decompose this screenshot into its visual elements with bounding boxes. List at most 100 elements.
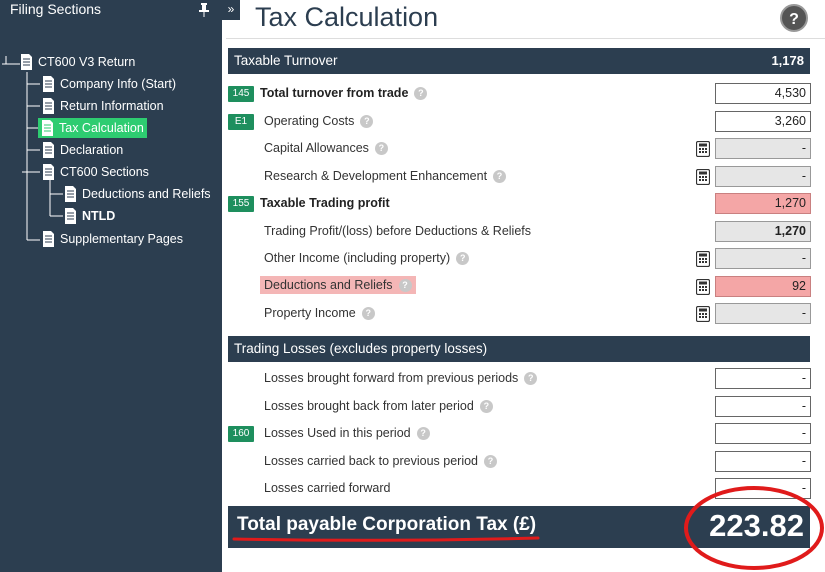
row-label: Trading Profit/(loss) before Deductions … xyxy=(264,224,531,238)
form-row: Trading Profit/(loss) before Deductions … xyxy=(228,220,811,247)
row-label: Losses carried forward xyxy=(264,481,390,495)
tree-node-label: Supplementary Pages xyxy=(60,232,183,246)
row-label-text: Research & Development Enhancement xyxy=(264,169,488,183)
row-label: Other Income (including property)? xyxy=(264,251,470,265)
document-icon xyxy=(43,98,54,114)
document-icon xyxy=(21,54,32,70)
app-window: Filing Sections CT600 V3 Return Company … xyxy=(0,0,825,572)
row-label: Losses Used in this period? xyxy=(264,426,430,440)
value-field[interactable]: - xyxy=(715,423,811,444)
tree-node-label: CT600 V3 Return xyxy=(38,55,136,69)
tree-node-label: Deductions and Reliefs xyxy=(82,187,211,201)
help-question-icon[interactable]: ? xyxy=(456,251,470,265)
form-row: Deductions and Reliefs? 92 xyxy=(228,275,811,302)
calculator-icon[interactable] xyxy=(695,305,711,323)
help-icon[interactable]: ? xyxy=(780,4,808,32)
row-label-text: Other Income (including property) xyxy=(264,251,451,265)
box-code-badge: E1 xyxy=(228,114,254,130)
row-label-text: Losses carried back to previous period xyxy=(264,454,479,468)
tree-node-supplementary-pages[interactable]: Supplementary Pages xyxy=(42,229,183,249)
help-question-icon[interactable]: ? xyxy=(414,86,428,100)
section-header-value: 1,178 xyxy=(771,53,804,68)
help-question-icon[interactable]: ? xyxy=(524,371,538,385)
row-label: Total turnover from trade? xyxy=(260,86,428,100)
help-question-icon[interactable]: ? xyxy=(360,114,374,128)
row-label: Losses brought back from later period? xyxy=(264,399,493,413)
box-code-badge: 160 xyxy=(228,426,254,442)
help-question-icon[interactable]: ? xyxy=(398,278,412,292)
help-question-icon[interactable]: ? xyxy=(361,306,375,320)
row-label-text: Losses Used in this period xyxy=(264,426,411,440)
row-label-text: Trading Profit/(loss) before Deductions … xyxy=(264,224,532,238)
form-row: Losses brought back from later period? - xyxy=(228,395,811,422)
form-row: Property Income? - xyxy=(228,302,811,329)
row-label-text: Deductions and Reliefs xyxy=(264,278,393,292)
row-label: Property Income? xyxy=(264,306,375,320)
form-row: Research & Development Enhancement? - xyxy=(228,165,811,192)
row-label: Deductions and Reliefs? xyxy=(260,276,416,294)
value-field[interactable]: - xyxy=(715,303,811,324)
section-header-taxable-turnover: Taxable Turnover 1,178 xyxy=(228,48,810,74)
help-question-icon[interactable]: ? xyxy=(479,399,493,413)
value-field[interactable]: - xyxy=(715,166,811,187)
value-field[interactable]: - xyxy=(715,451,811,472)
box-code-badge: 155 xyxy=(228,196,254,212)
tree-node-label: Declaration xyxy=(60,143,124,157)
value-field[interactable]: - xyxy=(715,396,811,417)
value-field[interactable]: 3,260 xyxy=(715,111,811,132)
row-label-text: Total turnover from trade xyxy=(260,86,409,100)
form-row: 155 Taxable Trading profit 1,270 xyxy=(228,192,811,219)
calculator-icon[interactable] xyxy=(695,140,711,158)
form-row: E1 Operating Costs? 3,260 xyxy=(228,110,811,137)
value-field[interactable]: 4,530 xyxy=(715,83,811,104)
document-icon xyxy=(43,142,54,158)
value-field[interactable]: - xyxy=(715,248,811,269)
calculator-icon[interactable] xyxy=(695,250,711,268)
calculator-icon[interactable] xyxy=(695,278,711,296)
row-label-text: Taxable Trading profit xyxy=(260,196,390,210)
document-icon xyxy=(43,231,54,247)
red-underline-annotation xyxy=(232,536,540,542)
form-row: Losses carried back to previous period? - xyxy=(228,450,811,477)
row-label: Research & Development Enhancement? xyxy=(264,169,507,183)
total-payable-label: Total payable Corporation Tax (£) xyxy=(237,514,537,535)
tree-node-deductions-reliefs[interactable]: Deductions and Reliefs xyxy=(64,184,211,204)
document-icon xyxy=(42,120,53,136)
form-row: 145 Total turnover from trade? 4,530 xyxy=(228,82,811,109)
row-label-text: Losses carried forward xyxy=(264,481,391,495)
help-question-icon[interactable]: ? xyxy=(484,454,498,468)
row-label: Operating Costs? xyxy=(264,114,374,128)
section-header-trading-losses: Trading Losses (excludes property losses… xyxy=(228,336,810,362)
tree-node-label: CT600 Sections xyxy=(60,165,149,179)
value-field[interactable]: - xyxy=(715,138,811,159)
tree-node-tax-calculation[interactable]: Tax Calculation xyxy=(38,118,147,138)
form-row: Capital Allowances? - xyxy=(228,137,811,164)
tree-node-company-info[interactable]: Company Info (Start) xyxy=(42,74,176,94)
row-label-text: Capital Allowances xyxy=(264,141,369,155)
section-header-label: Taxable Turnover xyxy=(234,53,338,68)
value-field[interactable]: - xyxy=(715,368,811,389)
value-field[interactable]: 1,270 xyxy=(715,193,811,214)
row-label-text: Losses brought forward from previous per… xyxy=(264,371,519,385)
box-code-badge: 145 xyxy=(228,86,254,102)
form-row: Losses brought forward from previous per… xyxy=(228,367,811,394)
tree-node-return-information[interactable]: Return Information xyxy=(42,96,164,116)
tree-node-ntld[interactable]: NTLD xyxy=(64,206,115,226)
row-label-text: Property Income xyxy=(264,306,356,320)
calculator-icon[interactable] xyxy=(695,168,711,186)
help-question-icon[interactable]: ? xyxy=(493,169,507,183)
row-label: Losses carried back to previous period? xyxy=(264,454,498,468)
tree-node-ct600-v3-return[interactable]: CT600 V3 Return xyxy=(20,52,135,72)
row-label-text: Losses brought back from later period xyxy=(264,399,474,413)
value-field[interactable]: 1,270 xyxy=(715,221,811,242)
tree-node-ct600-sections[interactable]: CT600 Sections xyxy=(42,162,149,182)
tree-node-declaration[interactable]: Declaration xyxy=(42,140,123,160)
help-question-icon[interactable]: ? xyxy=(416,426,430,440)
document-icon xyxy=(65,186,76,202)
row-label: Taxable Trading profit xyxy=(260,196,390,210)
page-title: Tax Calculation xyxy=(255,2,439,32)
tree-node-label: NTLD xyxy=(82,209,116,223)
value-field[interactable]: 92 xyxy=(715,276,811,297)
tree-node-label: Tax Calculation xyxy=(59,121,144,135)
help-question-icon[interactable]: ? xyxy=(374,141,388,155)
